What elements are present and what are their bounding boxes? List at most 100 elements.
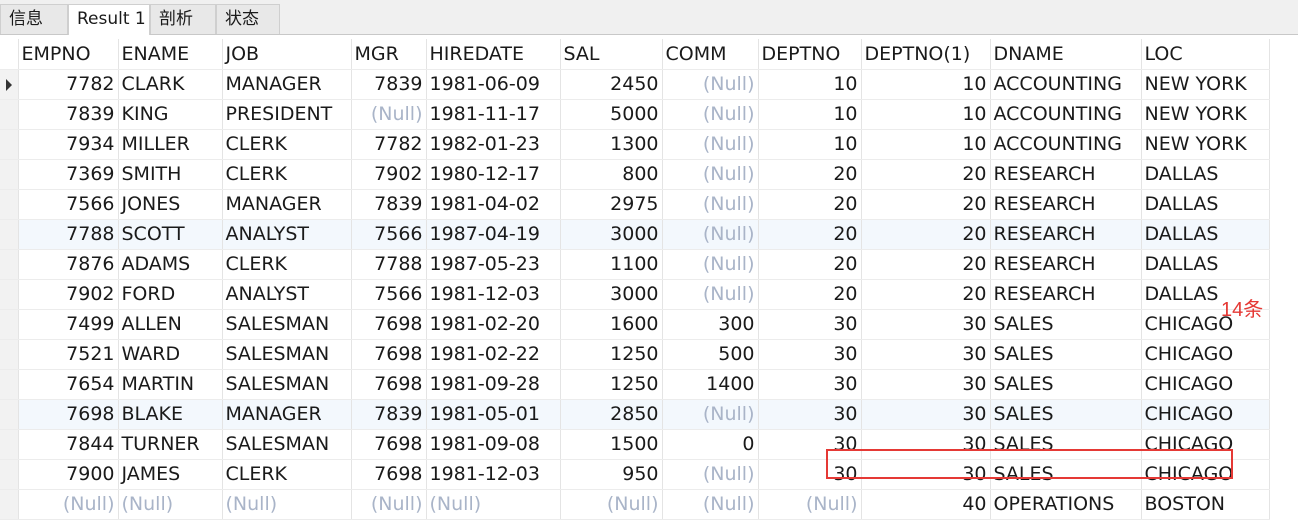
table-cell[interactable]: RESEARCH <box>990 189 1142 220</box>
row-indicator[interactable] <box>0 99 19 130</box>
table-cell[interactable]: 10 <box>861 129 991 160</box>
table-cell[interactable]: 1987-04-19 <box>426 219 561 250</box>
table-cell[interactable]: MANAGER <box>222 189 352 220</box>
table-cell[interactable]: 7902 <box>351 159 427 190</box>
table-cell[interactable]: 1981-06-09 <box>426 69 561 100</box>
row-indicator[interactable] <box>0 399 19 430</box>
table-cell[interactable]: CHICAGO <box>1141 459 1270 490</box>
table-cell[interactable]: 10 <box>861 99 991 130</box>
table-cell[interactable]: 7900 <box>18 459 119 490</box>
table-cell[interactable]: 950 <box>560 459 663 490</box>
table-cell[interactable]: 1982-01-23 <box>426 129 561 160</box>
table-cell[interactable]: 7698 <box>351 369 427 400</box>
table-cell[interactable]: 40 <box>861 489 991 520</box>
row-indicator[interactable] <box>0 159 19 190</box>
row-indicator[interactable] <box>0 69 19 100</box>
table-cell[interactable]: 1981-05-01 <box>426 399 561 430</box>
table-cell[interactable]: BLAKE <box>118 399 223 430</box>
table-cell[interactable]: 10 <box>758 69 862 100</box>
table-cell[interactable]: ANALYST <box>222 219 352 250</box>
table-cell[interactable]: 20 <box>758 189 862 220</box>
table-cell[interactable]: 20 <box>758 219 862 250</box>
table-cell[interactable]: (Null) <box>662 459 759 490</box>
table-cell[interactable]: 1250 <box>560 369 663 400</box>
table-cell[interactable]: 7788 <box>18 219 119 250</box>
table-cell[interactable]: 20 <box>861 159 991 190</box>
table-cell[interactable]: CLERK <box>222 249 352 280</box>
table-cell[interactable]: CHICAGO <box>1141 339 1270 370</box>
table-cell[interactable]: 7698 <box>351 459 427 490</box>
table-cell[interactable]: 7566 <box>351 279 427 310</box>
table-cell[interactable]: CLARK <box>118 69 223 100</box>
table-cell[interactable]: (Null) <box>758 489 862 520</box>
table-cell[interactable]: SALESMAN <box>222 429 352 460</box>
table-cell[interactable]: 5000 <box>560 99 663 130</box>
table-row[interactable]: 7566 JONES MANAGER 7839 1981-04-02 2975 (Null)… <box>0 189 1270 220</box>
table-cell[interactable]: 10 <box>861 69 991 100</box>
table-row[interactable]: 7788 SCOTT ANALYST 7566 1987-04-19 3000 (Null)… <box>0 219 1270 250</box>
table-cell[interactable]: 7782 <box>18 69 119 100</box>
table-cell[interactable]: 1981-09-28 <box>426 369 561 400</box>
table-cell[interactable]: MARTIN <box>118 369 223 400</box>
table-cell[interactable]: 20 <box>861 249 991 280</box>
table-cell[interactable]: 7876 <box>18 249 119 280</box>
table-cell[interactable]: SALES <box>990 339 1142 370</box>
table-cell[interactable]: ACCOUNTING <box>990 69 1142 100</box>
column-header[interactable]: ENAME <box>118 39 223 70</box>
table-cell[interactable]: NEW YORK <box>1141 69 1270 100</box>
table-cell[interactable]: SALES <box>990 309 1142 340</box>
table-cell[interactable]: 7839 <box>351 69 427 100</box>
table-cell[interactable]: 30 <box>861 369 991 400</box>
tab-status[interactable]: 状态 <box>216 4 280 34</box>
table-cell[interactable]: CHICAGO <box>1141 369 1270 400</box>
table-cell[interactable]: JONES <box>118 189 223 220</box>
table-cell[interactable]: (Null) <box>662 279 759 310</box>
table-cell[interactable]: 1981-02-22 <box>426 339 561 370</box>
table-cell[interactable]: SMITH <box>118 159 223 190</box>
table-cell[interactable]: OPERATIONS <box>990 489 1142 520</box>
row-indicator[interactable] <box>0 309 19 340</box>
column-header[interactable]: DEPTNO(1) <box>861 39 991 70</box>
table-row[interactable]: 7654 MARTIN SALESMAN 7698 1981-09-28 1250 1400… <box>0 369 1270 400</box>
table-cell[interactable]: 2450 <box>560 69 663 100</box>
table-cell[interactable]: SALES <box>990 369 1142 400</box>
table-cell[interactable]: ADAMS <box>118 249 223 280</box>
table-cell[interactable]: SALESMAN <box>222 309 352 340</box>
table-row[interactable]: 7499 ALLEN SALESMAN 7698 1981-02-20 1600 300 30… <box>0 309 1270 340</box>
row-indicator[interactable] <box>0 489 19 520</box>
table-cell[interactable]: (Null) <box>118 489 223 520</box>
table-cell[interactable]: ACCOUNTING <box>990 129 1142 160</box>
table-cell[interactable]: 7698 <box>351 309 427 340</box>
table-cell[interactable]: (Null) <box>426 489 561 520</box>
table-cell[interactable]: MILLER <box>118 129 223 160</box>
table-row[interactable]: 7369 SMITH CLERK 7902 1980-12-17 800 (Null) 20 2… <box>0 159 1270 190</box>
table-cell[interactable]: (Null) <box>560 489 663 520</box>
table-cell[interactable]: 1100 <box>560 249 663 280</box>
table-cell[interactable]: NEW YORK <box>1141 129 1270 160</box>
table-cell[interactable]: MANAGER <box>222 69 352 100</box>
table-cell[interactable]: (Null) <box>351 489 427 520</box>
table-cell[interactable]: 20 <box>861 189 991 220</box>
table-cell[interactable]: 7698 <box>351 339 427 370</box>
table-row[interactable]: 7839 KING PRESIDENT (Null) 1981-11-17 5000 (Nu… <box>0 99 1270 130</box>
table-cell[interactable]: (Null) <box>662 249 759 280</box>
table-cell[interactable]: 1250 <box>560 339 663 370</box>
column-header[interactable]: SAL <box>560 39 663 70</box>
table-cell[interactable]: 7369 <box>18 159 119 190</box>
table-cell[interactable]: 20 <box>758 159 862 190</box>
table-cell[interactable]: 1981-12-03 <box>426 279 561 310</box>
table-row[interactable]: 7902 FORD ANALYST 7566 1981-12-03 3000 (Null) 2… <box>0 279 1270 310</box>
table-cell[interactable]: CHICAGO <box>1141 429 1270 460</box>
table-cell[interactable]: (Null) <box>18 489 119 520</box>
table-cell[interactable]: 7839 <box>351 189 427 220</box>
table-cell[interactable]: ACCOUNTING <box>990 99 1142 130</box>
table-cell[interactable]: (Null) <box>662 129 759 160</box>
table-cell[interactable]: 7654 <box>18 369 119 400</box>
table-cell[interactable]: KING <box>118 99 223 130</box>
tab-result-1[interactable]: Result 1 <box>68 4 150 35</box>
table-cell[interactable]: (Null) <box>662 219 759 250</box>
table-cell[interactable]: 7934 <box>18 129 119 160</box>
table-cell[interactable]: (Null) <box>662 399 759 430</box>
table-cell[interactable]: SALESMAN <box>222 369 352 400</box>
table-cell[interactable]: 7839 <box>351 399 427 430</box>
